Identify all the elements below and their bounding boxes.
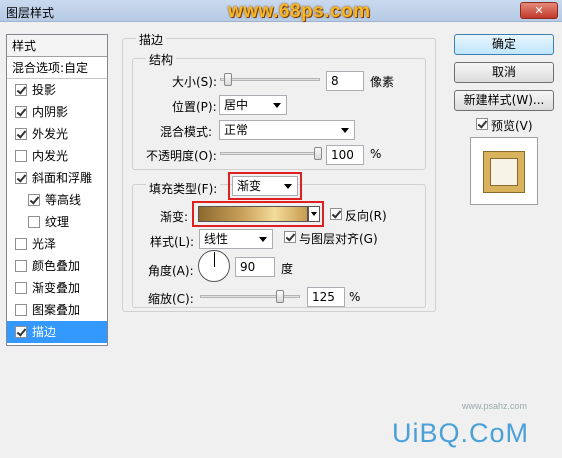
style-item-label: 颜色叠加	[32, 259, 81, 273]
scale-label: 缩放(C):	[148, 292, 194, 306]
style-item-label: 纹理	[45, 215, 70, 229]
style-item-label: 外发光	[32, 127, 69, 141]
color-overlay-checkbox[interactable]	[15, 260, 27, 272]
angle-dial[interactable]	[198, 250, 230, 282]
style-preview	[470, 137, 538, 205]
style-item-gradient-overlay[interactable]: 渐变叠加	[7, 277, 107, 299]
align-with-layer-label: 与图层对齐(G)	[299, 232, 378, 246]
reverse-checkbox[interactable]	[330, 208, 342, 220]
texture-checkbox[interactable]	[28, 216, 40, 228]
stroke-section-title: 描边	[136, 31, 167, 48]
position-value: 居中	[224, 98, 249, 112]
inner-glow-checkbox[interactable]	[15, 150, 27, 162]
contour-checkbox[interactable]	[28, 194, 40, 206]
style-item-label: 渐变叠加	[32, 281, 81, 295]
style-item-stroke[interactable]: 描边	[7, 321, 107, 343]
angle-input[interactable]: 90	[235, 257, 275, 277]
style-item-label: 等高线	[45, 193, 82, 207]
chevron-down-icon	[341, 128, 349, 133]
style-item-label: 投影	[32, 83, 57, 97]
styles-list: 样式 混合选项:自定 投影 内阴影 外发光 内发光 斜面和浮雕 等高线 纹理 光…	[6, 34, 108, 346]
window-title: 图层样式	[6, 6, 55, 20]
outer-glow-checkbox[interactable]	[15, 128, 27, 140]
gradient-highlight	[192, 201, 324, 227]
satin-checkbox[interactable]	[15, 238, 27, 250]
style-item-bevel-emboss[interactable]: 斜面和浮雕	[7, 167, 107, 189]
position-select[interactable]: 居中	[219, 95, 287, 115]
watermark-url: www.psahz.com	[462, 401, 528, 411]
style-item-texture[interactable]: 纹理	[7, 211, 107, 233]
cancel-button[interactable]: 取消	[454, 62, 554, 83]
title-bar: 图层样式 www.68ps.com ✕	[0, 0, 562, 22]
style-item-pattern-overlay[interactable]: 图案叠加	[7, 299, 107, 321]
preview-checkbox[interactable]	[476, 118, 488, 130]
size-label: 大小(S):	[172, 75, 218, 89]
pattern-overlay-checkbox[interactable]	[15, 304, 27, 316]
gradient-overlay-checkbox[interactable]	[15, 282, 27, 294]
opacity-input[interactable]: 100	[326, 145, 364, 165]
gradient-label: 渐变:	[160, 210, 189, 224]
fill-type-label: 填充类型(F):	[146, 180, 221, 197]
style-select[interactable]: 线性	[199, 229, 273, 249]
style-item-label: 内阴影	[32, 105, 69, 119]
blend-mode-select[interactable]: 正常	[219, 120, 355, 140]
chevron-down-icon	[273, 103, 281, 108]
size-slider[interactable]	[220, 78, 320, 81]
style-item-color-overlay[interactable]: 颜色叠加	[7, 255, 107, 277]
style-item-inner-glow[interactable]: 内发光	[7, 145, 107, 167]
size-input[interactable]: 8	[326, 71, 364, 91]
angle-label: 角度(A):	[148, 264, 194, 278]
opacity-unit: %	[370, 147, 382, 161]
new-style-button[interactable]: 新建样式(W)...	[454, 90, 554, 111]
fill-type-highlight	[228, 172, 302, 200]
blend-mode-value: 正常	[224, 123, 249, 137]
style-item-label: 描边	[32, 325, 57, 339]
style-item-label: 斜面和浮雕	[32, 171, 93, 185]
size-unit: 像素	[370, 75, 395, 89]
opacity-slider-thumb[interactable]	[314, 147, 322, 160]
drop-shadow-checkbox[interactable]	[15, 84, 27, 96]
style-item-contour[interactable]: 等高线	[7, 189, 107, 211]
close-button[interactable]: ✕	[520, 2, 558, 19]
size-slider-thumb[interactable]	[223, 73, 232, 86]
style-item-label: 光泽	[32, 237, 57, 251]
structure-title: 结构	[146, 51, 177, 68]
watermark-logo: www.68ps.com	[228, 1, 371, 22]
ok-button[interactable]: 确定	[454, 34, 554, 55]
style-item-inner-shadow[interactable]: 内阴影	[7, 101, 107, 123]
preview-label: 预览(V)	[491, 119, 533, 133]
style-item-label: 内发光	[32, 149, 69, 163]
watermark-logo-bottom: UiBQ.CoM	[392, 418, 530, 448]
style-item-label: 图案叠加	[32, 303, 81, 317]
chevron-down-icon	[259, 237, 267, 242]
scale-unit: %	[349, 290, 361, 304]
stroke-checkbox[interactable]	[15, 326, 27, 338]
scale-input[interactable]: 125	[307, 287, 345, 307]
blending-options-item[interactable]: 混合选项:自定	[7, 57, 107, 79]
scale-slider-thumb[interactable]	[275, 290, 284, 303]
position-label: 位置(P):	[172, 100, 217, 114]
align-with-layer-checkbox[interactable]	[284, 231, 296, 243]
opacity-slider[interactable]	[220, 152, 320, 155]
style-item-satin[interactable]: 光泽	[7, 233, 107, 255]
style-value: 线性	[204, 232, 229, 246]
styles-header[interactable]: 样式	[7, 35, 107, 57]
style-item-outer-glow[interactable]: 外发光	[7, 123, 107, 145]
style-label: 样式(L):	[150, 235, 195, 249]
blend-mode-label: 混合模式:	[160, 125, 213, 139]
opacity-label: 不透明度(O):	[146, 149, 217, 163]
style-item-drop-shadow[interactable]: 投影	[7, 79, 107, 101]
preview-thumbnail	[484, 152, 524, 192]
angle-unit: 度	[281, 262, 294, 276]
bevel-emboss-checkbox[interactable]	[15, 172, 27, 184]
reverse-label: 反向(R)	[345, 209, 387, 223]
scale-slider[interactable]	[200, 295, 300, 298]
inner-shadow-checkbox[interactable]	[15, 106, 27, 118]
